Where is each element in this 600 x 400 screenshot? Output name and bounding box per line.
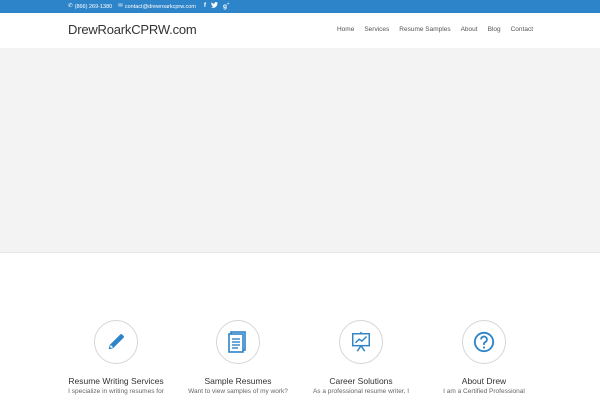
feature-title: Career Solutions (329, 376, 393, 386)
top-bar: ✆ (866) 269-1380 ✉ contact@drewroarkcprw… (0, 0, 600, 13)
feature-resume-writing[interactable]: Resume Writing Services I specialize in … (54, 320, 178, 395)
phone-icon: ✆ (68, 2, 73, 9)
features-section: Resume Writing Services I specialize in … (0, 320, 600, 400)
pencil-icon (108, 334, 124, 350)
presentation-chart-icon (352, 331, 370, 352)
social-links: f g+ (204, 2, 230, 11)
nav-home[interactable]: Home (337, 26, 354, 33)
email-link[interactable]: ✉ contact@drewroarkcprw.com (118, 2, 196, 10)
feature-description: I am a Certified Professional (443, 388, 525, 395)
phone-link[interactable]: ✆ (866) 269-1380 (68, 2, 113, 10)
feature-icon-circle (462, 320, 506, 364)
feature-about-drew[interactable]: About Drew I am a Certified Professional (422, 320, 546, 395)
main-nav: Home Services Resume Samples About Blog … (337, 26, 533, 33)
hero-banner (0, 48, 600, 253)
email-icon: ✉ (118, 2, 123, 9)
feature-description: Want to view samples of my work? (188, 388, 288, 395)
nav-blog[interactable]: Blog (488, 26, 501, 33)
feature-title: Resume Writing Services (68, 376, 164, 386)
feature-description: I specialize in writing resumes for (68, 388, 164, 395)
nav-resume-samples[interactable]: Resume Samples (399, 26, 450, 33)
facebook-icon[interactable]: f (204, 3, 206, 10)
site-header: DrewRoarkCPRW.com Home Services Resume S… (0, 13, 600, 48)
question-icon (473, 331, 495, 353)
feature-icon-circle (339, 320, 383, 364)
nav-contact[interactable]: Contact (511, 26, 533, 33)
feature-title: Sample Resumes (204, 376, 272, 386)
feature-career-solutions[interactable]: Career Solutions As a professional resum… (299, 320, 423, 395)
twitter-icon[interactable] (211, 2, 219, 11)
feature-icon-circle (216, 320, 260, 364)
document-icon (228, 331, 246, 353)
feature-description: As a professional resume writer, I (312, 388, 410, 395)
feature-title: About Drew (461, 376, 507, 386)
google-plus-icon[interactable]: g+ (223, 2, 229, 11)
feature-icon-circle (94, 320, 138, 364)
feature-sample-resumes[interactable]: Sample Resumes Want to view samples of m… (176, 320, 300, 395)
nav-about[interactable]: About (461, 26, 478, 33)
phone-number: (866) 269-1380 (74, 3, 113, 10)
email-address: contact@drewroarkcprw.com (124, 3, 196, 10)
site-logo[interactable]: DrewRoarkCPRW.com (68, 22, 197, 37)
nav-services[interactable]: Services (364, 26, 389, 33)
